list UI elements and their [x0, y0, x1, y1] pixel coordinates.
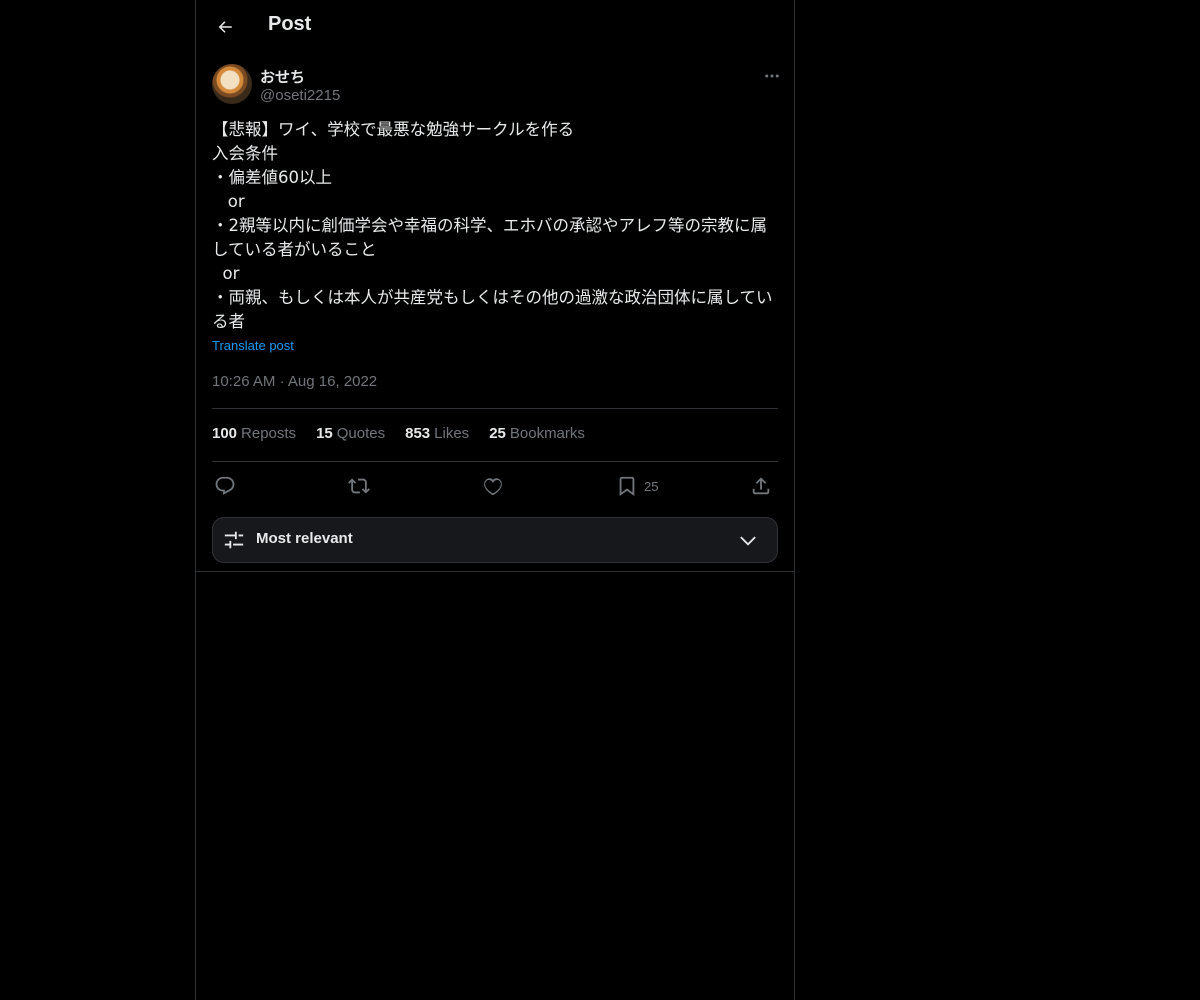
- sort-label: Most relevant: [256, 530, 353, 547]
- meta-separator: ·: [279, 373, 285, 390]
- reposts-stat[interactable]: 100 Reposts: [212, 425, 296, 447]
- back-button[interactable]: [208, 10, 242, 44]
- top-bar: Post: [196, 0, 794, 54]
- post-text: 【悲報】ワイ、学校で最悪な勉強サークルを作る 入会条件 ・偏差値60以上 or …: [212, 120, 773, 331]
- chevron-down-icon: [740, 536, 756, 546]
- action-bar: 25: [212, 472, 778, 500]
- more-button[interactable]: [758, 64, 786, 88]
- quotes-count: 15: [316, 425, 333, 442]
- post-time[interactable]: 10:26 AM: [212, 373, 275, 390]
- repost-icon: [348, 478, 370, 494]
- quotes-label: Quotes: [336, 425, 386, 442]
- post-timestamp: 10:26 AM · Aug 16, 2022: [212, 373, 377, 390]
- reply-icon: [215, 476, 235, 495]
- post-author: おせち @oseti2215: [212, 64, 779, 108]
- likes-count: 853: [405, 425, 431, 442]
- bookmarks-count: 25: [489, 425, 506, 442]
- quotes-stat[interactable]: 15 Quotes: [316, 425, 385, 447]
- divider: [212, 461, 778, 462]
- page-title: Post: [268, 13, 312, 35]
- bookmark-count: 25: [644, 478, 659, 494]
- author-display-name[interactable]: おせち: [260, 66, 305, 87]
- translate-post-link[interactable]: Translate post: [212, 338, 294, 353]
- share-icon: [752, 477, 770, 495]
- more-icon: [765, 74, 779, 78]
- back-arrow-icon: [218, 21, 232, 33]
- likes-stat[interactable]: 853 Likes: [405, 425, 469, 447]
- divider: [196, 571, 794, 572]
- bookmarks-label: Bookmarks: [509, 425, 585, 442]
- like-icon: [484, 478, 502, 496]
- primary-column: Post おせち @oseti2215 【悲報】ワイ、学校で最悪な勉強サークルを…: [195, 0, 795, 1000]
- repost-button[interactable]: [348, 472, 370, 500]
- divider: [212, 408, 778, 409]
- avatar[interactable]: [212, 64, 252, 104]
- reply-button[interactable]: [214, 472, 236, 500]
- like-button[interactable]: [482, 472, 504, 500]
- author-handle[interactable]: @oseti2215: [260, 87, 340, 104]
- post-date[interactable]: Aug 16, 2022: [288, 373, 377, 390]
- sort-sliders-icon: [224, 531, 244, 549]
- share-button[interactable]: [750, 472, 772, 500]
- reposts-count: 100: [212, 425, 238, 442]
- bookmark-icon: [619, 476, 635, 497]
- bookmark-button[interactable]: 25: [616, 472, 658, 500]
- post-stats: 100 Reposts 15 Quotes 853 Likes 25 Bookmarks: [212, 425, 585, 447]
- likes-label: Likes: [434, 425, 470, 442]
- replies-sort-dropdown[interactable]: Most relevant: [212, 517, 778, 563]
- reposts-label: Reposts: [241, 425, 297, 442]
- bookmarks-stat[interactable]: 25 Bookmarks: [489, 425, 585, 447]
